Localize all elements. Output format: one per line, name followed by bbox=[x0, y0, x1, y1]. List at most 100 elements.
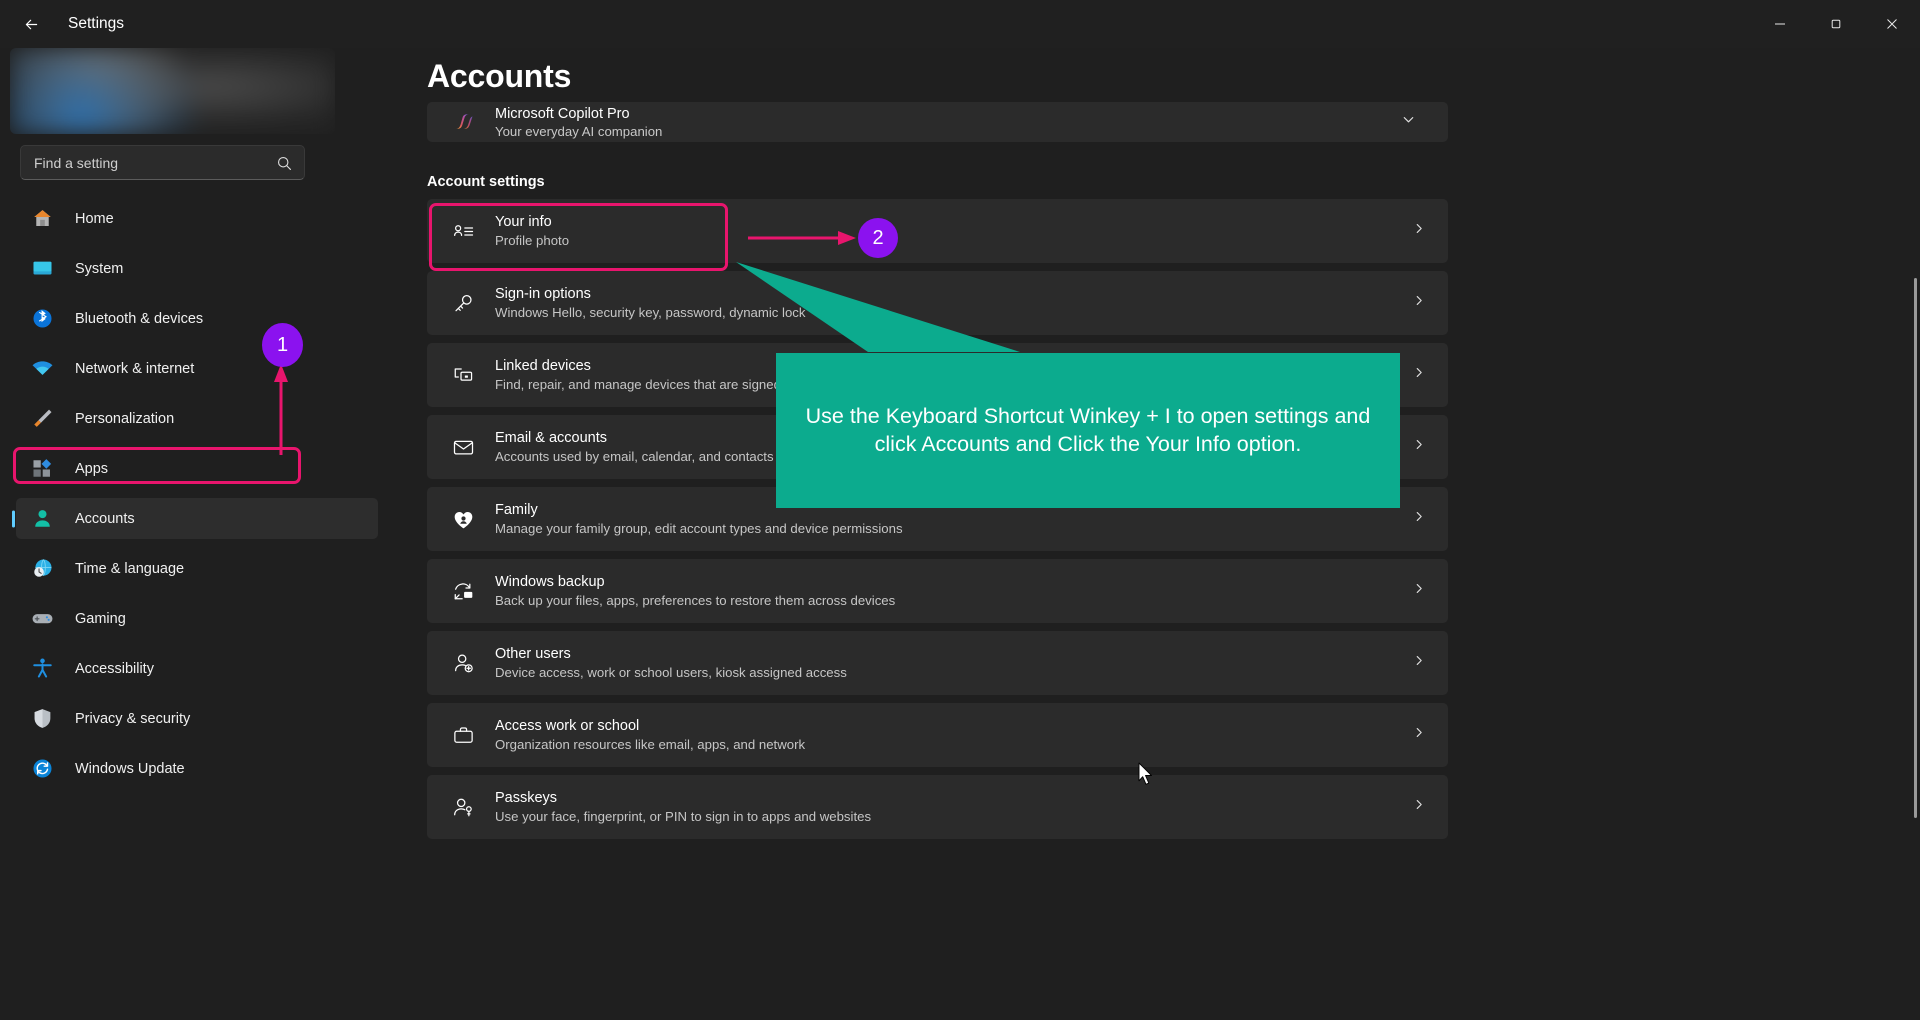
mouse-cursor bbox=[1138, 762, 1152, 785]
user-profile-card[interactable] bbox=[10, 48, 335, 134]
row-text: Windows backup Back up your files, apps,… bbox=[495, 574, 895, 608]
annotation-highlight-accounts bbox=[13, 447, 301, 484]
row-title: Other users bbox=[495, 646, 571, 662]
close-button[interactable] bbox=[1864, 0, 1920, 48]
chevron-right-icon bbox=[1412, 654, 1426, 673]
row-subtitle: Windows Hello, security key, password, d… bbox=[495, 305, 806, 320]
sidebar-item-label: Windows Update bbox=[75, 760, 185, 777]
sidebar-item-label: Time & language bbox=[75, 560, 185, 577]
minimize-button[interactable] bbox=[1752, 0, 1808, 48]
row-text: Passkeys Use your face, fingerprint, or … bbox=[495, 790, 871, 824]
search-placeholder: Find a setting bbox=[34, 154, 119, 171]
title-bar: Settings bbox=[0, 0, 1920, 48]
chevron-down-icon[interactable] bbox=[1401, 112, 1416, 132]
row-text: Sign-in options Windows Hello, security … bbox=[495, 286, 806, 320]
row-text: Other users Device access, work or schoo… bbox=[495, 646, 847, 680]
row-subtitle: Back up your files, apps, preferences to… bbox=[495, 593, 896, 608]
sidebar-item-windows-update[interactable]: Windows Update bbox=[16, 748, 378, 789]
row-text: Access work or school Organization resou… bbox=[495, 718, 805, 752]
settings-row-access-work-school[interactable]: Access work or school Organization resou… bbox=[427, 703, 1448, 767]
avatar bbox=[10, 48, 335, 134]
sidebar-item-label: Network & internet bbox=[75, 360, 195, 377]
settings-row-other-users[interactable]: Other users Device access, work or schoo… bbox=[427, 631, 1448, 695]
sidebar-item-accounts[interactable]: Accounts bbox=[16, 498, 378, 539]
row-subtitle: Organization resources like email, apps,… bbox=[495, 737, 806, 752]
row-title: Email & accounts bbox=[495, 430, 608, 446]
backup-icon bbox=[450, 578, 476, 604]
briefcase-icon bbox=[450, 722, 476, 748]
chevron-right-icon bbox=[1412, 438, 1426, 457]
copilot-subtitle: Your everyday AI companion bbox=[495, 123, 663, 139]
row-text: Linked devices Find, repair, and manage … bbox=[495, 358, 808, 392]
chevron-right-icon bbox=[1412, 582, 1426, 601]
chevron-right-icon bbox=[1412, 798, 1426, 817]
sidebar: Find a setting Home System Bluetooth & d… bbox=[0, 48, 390, 1020]
app-title: Settings bbox=[68, 15, 125, 32]
sidebar-item-network[interactable]: Network & internet bbox=[16, 348, 378, 389]
sidebar-item-label: System bbox=[75, 260, 124, 277]
family-heart-icon bbox=[450, 506, 476, 532]
bluetooth-icon bbox=[31, 307, 54, 330]
row-subtitle: Device access, work or school users, kio… bbox=[495, 665, 847, 680]
sidebar-item-time-language[interactable]: Time & language bbox=[16, 548, 378, 589]
update-refresh-icon bbox=[31, 757, 54, 780]
sidebar-item-privacy-security[interactable]: Privacy & security bbox=[16, 698, 378, 739]
maximize-button[interactable] bbox=[1808, 0, 1864, 48]
sidebar-item-label: Personalization bbox=[75, 410, 175, 427]
gamepad-icon bbox=[31, 607, 54, 630]
sidebar-item-personalization[interactable]: Personalization bbox=[16, 398, 378, 439]
annotation-callout-text: Use the Keyboard Shortcut Winkey + I to … bbox=[805, 403, 1371, 456]
copilot-card[interactable]: Microsoft Copilot Pro Your everyday AI c… bbox=[427, 102, 1448, 142]
chevron-right-icon bbox=[1412, 222, 1426, 241]
row-title: Access work or school bbox=[495, 718, 640, 734]
copilot-icon bbox=[450, 110, 475, 135]
copilot-title: Microsoft Copilot Pro bbox=[495, 105, 630, 122]
add-user-icon bbox=[450, 650, 476, 676]
settings-row-passkeys[interactable]: Passkeys Use your face, fingerprint, or … bbox=[427, 775, 1448, 839]
settings-window: Settings Find a setting Home System Blue… bbox=[0, 0, 1920, 1020]
shield-icon bbox=[31, 707, 54, 730]
back-button[interactable] bbox=[8, 7, 54, 41]
row-subtitle: Find, repair, and manage devices that ar… bbox=[495, 377, 809, 392]
row-subtitle: Manage your family group, edit account t… bbox=[495, 521, 903, 536]
row-title: Linked devices bbox=[495, 358, 591, 374]
sidebar-item-accessibility[interactable]: Accessibility bbox=[16, 648, 378, 689]
row-subtitle: Accounts used by email, calendar, and co… bbox=[495, 449, 774, 464]
chevron-right-icon bbox=[1412, 726, 1426, 745]
settings-row-list: Your info Profile photo Sign-in options … bbox=[427, 199, 1448, 847]
window-controls bbox=[1752, 0, 1920, 48]
row-title: Sign-in options bbox=[495, 286, 591, 302]
sidebar-item-label: Home bbox=[75, 210, 114, 227]
annotation-callout: Use the Keyboard Shortcut Winkey + I to … bbox=[776, 353, 1400, 508]
vertical-scrollbar[interactable] bbox=[1914, 278, 1917, 818]
accessibility-person-icon bbox=[31, 657, 54, 680]
linked-devices-icon bbox=[450, 362, 476, 388]
row-title: Windows backup bbox=[495, 574, 605, 590]
section-heading: Account settings bbox=[427, 174, 545, 190]
copilot-text: Microsoft Copilot Pro Your everyday AI c… bbox=[495, 106, 662, 139]
key-icon bbox=[450, 290, 476, 316]
page-title: Accounts bbox=[427, 58, 572, 94]
search-input[interactable]: Find a setting bbox=[20, 145, 305, 180]
clock-globe-icon bbox=[31, 557, 54, 580]
wifi-icon bbox=[31, 357, 54, 380]
sidebar-item-label: Privacy & security bbox=[75, 710, 191, 727]
sidebar-item-system[interactable]: System bbox=[16, 248, 378, 289]
sidebar-nav: Home System Bluetooth & devices Network … bbox=[0, 198, 390, 798]
chevron-right-icon bbox=[1412, 510, 1426, 529]
sidebar-item-home[interactable]: Home bbox=[16, 198, 378, 239]
sidebar-item-label: Bluetooth & devices bbox=[75, 310, 204, 327]
row-text: Email & accounts Accounts used by email,… bbox=[495, 430, 774, 464]
accounts-person-icon bbox=[31, 507, 54, 530]
annotation-badge-2: 2 bbox=[858, 218, 898, 258]
system-monitor-icon bbox=[31, 257, 54, 280]
sidebar-item-label: Accessibility bbox=[75, 660, 154, 677]
settings-row-sign-in-options[interactable]: Sign-in options Windows Hello, security … bbox=[427, 271, 1448, 335]
chevron-right-icon bbox=[1412, 294, 1426, 313]
passkey-user-icon bbox=[450, 794, 476, 820]
row-title: Passkeys bbox=[495, 790, 558, 806]
sidebar-item-bluetooth[interactable]: Bluetooth & devices bbox=[16, 298, 378, 339]
settings-row-windows-backup[interactable]: Windows backup Back up your files, apps,… bbox=[427, 559, 1448, 623]
main-content: Accounts Microsoft Copilot Pro Your ever… bbox=[390, 48, 1920, 1020]
sidebar-item-gaming[interactable]: Gaming bbox=[16, 598, 378, 639]
